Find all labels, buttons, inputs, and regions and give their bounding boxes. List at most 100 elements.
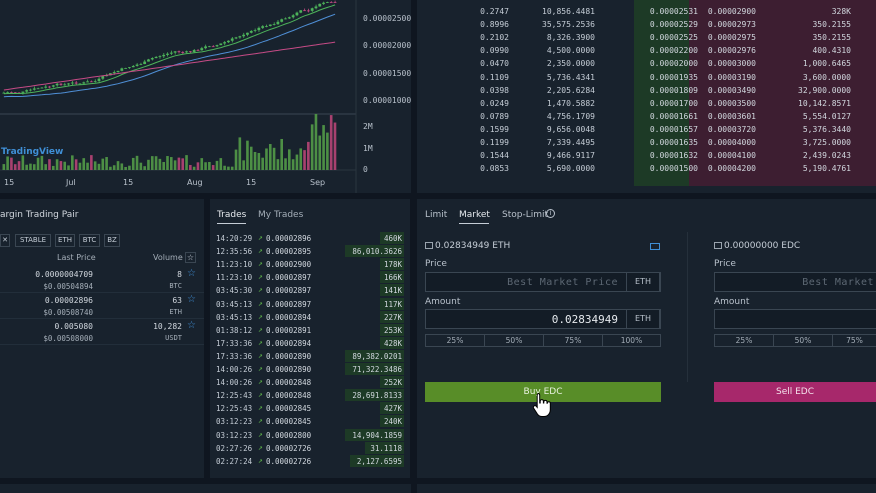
favorite-star-icon[interactable]: ☆ [187,294,196,305]
volume-bar [21,155,25,170]
volume-bar [173,160,177,170]
orderbook-row[interactable]: 0.0990 4,500.0000 0.00002200 0.00002976 400.… [417,45,876,58]
candle-body [86,81,89,83]
filter-stable-button[interactable]: STABLE [15,234,51,247]
x-tick-label: 15 [123,178,134,187]
sell-pct-50-button[interactable]: 50% [773,334,833,347]
y-tick-label: 0.00002500 [363,14,412,23]
volume-bar [318,135,322,170]
volume-bar [253,151,257,170]
orderbook-cell: 0.00002531 [649,7,698,16]
col-header-last-price[interactable]: Last Price [57,253,96,262]
orderbook-row[interactable]: 0.1544 9,466.9117 0.00001632 0.00004100 2,43… [417,150,876,163]
candle-body [188,51,192,53]
buy-price-label: Price [425,259,447,269]
candle-body [227,40,230,43]
tab-trades[interactable]: Trades [217,210,246,220]
buy-pct-25-button[interactable]: 25% [425,334,485,347]
tab-limit[interactable]: Limit [425,210,447,220]
orderbook-cell: 0.00001935 [649,72,698,82]
sell-price-input[interactable]: Best Market [714,272,876,292]
trade-volume: 2,127.6595 [356,456,402,466]
candle-body [154,56,158,59]
candle-body [181,52,185,53]
orderbook-row[interactable]: 0.2102 8,326.3900 0.00002525 0.00002975 350.… [417,32,876,45]
pair-row[interactable]: 0.005080 $0.00508000 10,282 USDT ☆ [0,319,204,345]
active-tab-underline [459,223,489,224]
buy-pct-75-button[interactable]: 75% [543,334,603,347]
orderbook-row[interactable]: 0.0853 5,690.0000 0.00001500 0.00004200 5,19… [417,163,876,176]
trade-time: 14:00:26 [216,378,253,388]
sell-pct-25-button[interactable]: 25% [714,334,774,347]
sell-button[interactable]: Sell EDC [714,382,876,402]
orderbook-cell: 0.00003490 [707,85,756,95]
trade-price: 0.00002891 [266,325,312,335]
orderbook-row[interactable]: 0.1199 7,339.4495 0.00001635 0.00004000 3,72… [417,137,876,150]
volume-bar [227,166,230,170]
orderbook-row[interactable]: 0.2747 10,856.4481 0.00002531 0.00002900 328… [417,6,876,19]
candle-body [223,42,227,44]
volume-bars [2,113,337,170]
candle-body [246,32,249,35]
tab-my-trades[interactable]: My Trades [258,210,303,220]
volume-bar [158,158,162,170]
buy-amount-input[interactable]: 0.02834949 ETH [425,309,661,329]
buy-pct-50-button[interactable]: 50% [484,334,544,347]
hand-cursor-icon [532,393,551,417]
up-arrow-icon: ↗ [258,272,263,282]
trade-volume: 28,691.8133 [352,391,402,401]
filter-btc-button[interactable]: BTC [79,234,100,247]
deposit-icon[interactable] [650,243,660,250]
volume-bar [268,144,272,170]
pair-quote: USDT [165,334,182,342]
volume-bar [112,165,116,170]
filter-bz-button[interactable]: BZ [104,234,120,247]
candle-body [303,10,306,12]
volume-bar [120,163,124,170]
sell-pct-75-button[interactable]: 75% [832,334,876,347]
candle-body [97,78,101,82]
tab-stop-limit[interactable]: Stop-Limit [502,210,548,220]
tab-market[interactable]: Market [459,210,490,220]
favorite-star-icon[interactable]: ☆ [187,320,196,331]
candle-body [249,30,253,33]
info-icon[interactable]: i [546,209,555,218]
pair-row[interactable]: 0.0000004709 $0.00504894 8 BTC ☆ [0,267,204,293]
orderbook-row[interactable]: 0.0470 2,350.0000 0.00002000 0.00003000 1,00… [417,58,876,71]
volume-bar [150,156,154,170]
orderbook-row[interactable]: 0.0789 4,756.1709 0.00001661 0.00003601 5,55… [417,111,876,124]
pair-usd-price: $0.00508740 [43,308,93,317]
candle-body [322,2,325,4]
orderbook-cell: 0.00001635 [649,138,698,147]
volume-bar [17,161,21,170]
sell-amount-input[interactable] [714,309,876,329]
orderbook-row[interactable]: 0.0249 1,470.5882 0.00001700 0.00003500 10,1… [417,98,876,111]
favorite-star-icon[interactable]: ☆ [187,268,196,279]
orderbook-row[interactable]: 0.8996 35,575.2536 0.00002529 0.00002973 350… [417,19,876,32]
filter-eth-button[interactable]: ETH [55,234,75,247]
favorites-star-icon[interactable]: ☆ [185,252,196,263]
wallet-icon [714,242,722,249]
candle-body [89,81,93,83]
candle-body [74,82,78,84]
volume-bar [322,125,325,170]
orderbook-row[interactable]: 0.0398 2,205.6284 0.00001809 0.00003490 32,9… [417,85,876,98]
candlestick-chart[interactable] [0,0,411,193]
orderbook-row[interactable]: 0.1109 5,736.4341 0.00001935 0.00003190 3,60… [417,72,876,85]
buy-pct-100-button[interactable]: 100% [602,334,661,347]
up-arrow-icon: ↗ [258,455,263,465]
buy-balance: 0.02834949 ETH [425,241,510,251]
tradingview-logo[interactable]: TradingView [1,147,63,157]
volume-bar [307,141,310,170]
orderbook-row[interactable]: 0.1599 9,656.0048 0.00001657 0.00003720 5,37… [417,124,876,137]
pair-row[interactable]: 0.00002896 $0.00508740 63 ETH ☆ [0,293,204,319]
volume-bar [143,166,146,170]
col-header-volume[interactable]: Volume [153,253,183,262]
buy-price-input[interactable]: Best Market Price ETH [425,272,661,292]
vol-tick-label: 2M [363,122,373,131]
orderbook-cell: 1,000.6465 [802,59,851,69]
candle-body [219,43,223,46]
price-chart-panel[interactable]: 0.00002500 0.00002000 0.00001500 0.00001… [0,0,411,193]
clear-filter-icon[interactable]: ✕ [0,234,10,247]
up-arrow-icon: ↗ [258,259,263,269]
